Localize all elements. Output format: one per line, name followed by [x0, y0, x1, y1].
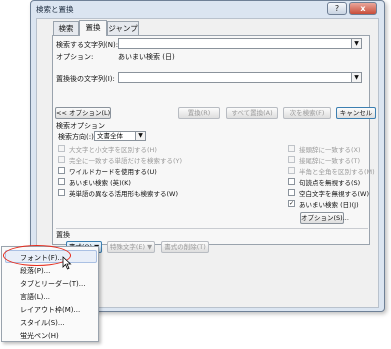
special-button[interactable]: 特殊文字(E) ▼: [107, 241, 155, 253]
width-sensitive-label: 半角と全角を区別する(M): [299, 168, 375, 176]
annotation-ellipse: [3, 245, 71, 266]
direction-label: 検索方向(:): [58, 133, 94, 141]
find-option-label: オプション:: [56, 53, 94, 61]
replace-section-label: 置換: [56, 231, 70, 239]
direction-dropdown-arrow[interactable]: ▼: [135, 132, 145, 140]
tab-replace[interactable]: 置換: [79, 20, 107, 36]
clear-format-button[interactable]: 書式の削除(T): [161, 241, 209, 253]
ignore-punct-label: 句読点を無視する(S): [299, 179, 361, 187]
fuzzy-ja-label: あいまい検索 (日)(J): [299, 201, 359, 209]
help-button[interactable]: ?: [327, 2, 347, 15]
fuzzy-options-button[interactable]: オプション(S)...: [300, 212, 349, 224]
close-button[interactable]: x: [349, 2, 377, 15]
less-options-button[interactable]: << オプション(L): [55, 107, 111, 119]
search-options-label: 検索オプション: [56, 122, 105, 130]
whole-word-checkbox[interactable]: [58, 156, 65, 163]
whole-word-label: 完全に一致する単語だけを検索する(Y): [69, 157, 183, 165]
menu-item-paragraph[interactable]: 段落(P)...: [20, 266, 50, 276]
direction-value: 文書全体: [97, 132, 123, 140]
wildcard-label: ワイルドカードを使用する(U): [69, 168, 157, 176]
menu-item-frame[interactable]: レイアウト枠(M)...: [20, 305, 80, 315]
match-prefix-label: 接頭辞に一致する(X): [299, 146, 361, 154]
ignore-space-label: 空白文字を無視する(W): [299, 190, 369, 198]
find-history-dropdown[interactable]: ▼: [351, 39, 361, 48]
word-forms-checkbox[interactable]: [58, 189, 65, 196]
find-label: 検索する文字列(N):: [56, 41, 119, 49]
ignore-space-checkbox[interactable]: [288, 189, 295, 196]
match-case-checkbox[interactable]: [58, 145, 65, 152]
tab-find[interactable]: 検索: [53, 21, 79, 35]
match-suffix-checkbox[interactable]: [288, 156, 295, 163]
fuzzy-en-label: あいまい検索 (英)(K): [69, 179, 131, 187]
mouse-cursor-icon: [62, 256, 72, 270]
menu-item-style[interactable]: スタイル(S)...: [20, 318, 65, 328]
dialog-title: 検索と置換: [36, 5, 74, 14]
tab-jump[interactable]: ジャンプ: [107, 21, 139, 35]
replace-label: 置換後の文字列(I):: [56, 75, 115, 83]
menu-item-language[interactable]: 言語(L)...: [20, 292, 50, 302]
find-input[interactable]: ▼: [118, 38, 362, 49]
match-case-label: 大文字と小文字を区別する(H): [69, 146, 157, 154]
menu-item-tabs[interactable]: タブとリーダー(T)...: [20, 279, 85, 289]
fuzzy-ja-checkbox[interactable]: ✓: [288, 200, 295, 207]
direction-select[interactable]: 文書全体 ▼: [94, 131, 146, 141]
replace-button[interactable]: 置換(R): [178, 107, 220, 119]
ignore-punct-checkbox[interactable]: [288, 178, 295, 185]
menu-item-highlight[interactable]: 蛍光ペン(H): [20, 331, 59, 341]
find-next-button[interactable]: 次を検索(F): [283, 107, 331, 119]
width-sensitive-checkbox[interactable]: [288, 167, 295, 174]
cancel-button[interactable]: キャンセル: [336, 107, 376, 119]
word-forms-label: 英単語の異なる活用形も検索する(W): [69, 190, 178, 198]
replace-all-button[interactable]: すべて置換(A): [226, 107, 278, 119]
replace-history-dropdown[interactable]: ▼: [351, 73, 361, 82]
find-option-value: あいまい検索 (日): [118, 53, 175, 61]
match-suffix-label: 接尾辞に一致する(T): [299, 157, 361, 165]
match-prefix-checkbox[interactable]: [288, 145, 295, 152]
divider: [56, 228, 368, 229]
replace-input[interactable]: ▼: [118, 72, 362, 83]
wildcard-checkbox[interactable]: [58, 167, 65, 174]
fuzzy-en-checkbox[interactable]: [58, 178, 65, 185]
